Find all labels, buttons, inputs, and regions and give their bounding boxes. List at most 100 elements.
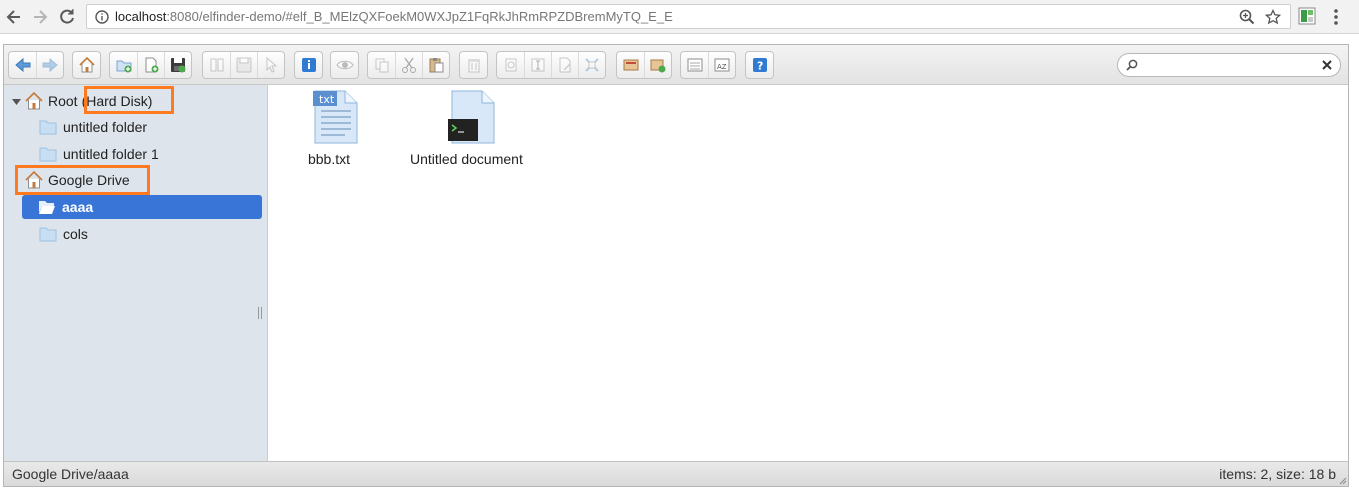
file-item-untitled-document[interactable]: Untitled document [410,89,523,167]
browser-menu-icon[interactable] [1333,8,1339,26]
home-icon [78,56,95,73]
folder-icon [39,227,57,242]
help-group: ? [745,51,774,79]
clear-search-icon[interactable] [1322,60,1332,70]
resize-button[interactable] [578,52,605,78]
file-type-badge: txt [319,93,335,106]
help-icon: ? [752,58,767,73]
duplicate-icon [505,58,516,72]
new-file-icon [145,57,159,73]
resize-handle[interactable] [258,307,262,319]
open-folder-icon [39,201,55,214]
executable-file-icon [448,90,495,144]
save-upload-icon [171,58,186,73]
folder-icon [39,120,57,135]
extract-button[interactable] [617,52,644,78]
expand-arrow-icon[interactable] [12,97,21,106]
browser-forward-button[interactable] [30,7,50,27]
back-button[interactable] [9,52,36,78]
archive-icon [650,59,666,73]
file-item-bbb-txt[interactable]: txt bbb.txt [299,89,359,167]
resize-grip-icon[interactable] [1339,477,1347,485]
svg-text:AZ: AZ [717,63,727,71]
toolbar: AZ ? [4,45,1348,85]
eye-icon [335,60,354,70]
info-icon [95,10,109,24]
help-button[interactable]: ? [746,52,773,78]
tree-item-cols[interactable]: cols [39,222,88,246]
open-group [202,51,285,79]
browser-back-button[interactable] [4,7,24,27]
arrow-right-icon [34,10,48,24]
rename-icon [531,58,545,72]
sort-button[interactable]: AZ [708,52,735,78]
select-file-button[interactable] [257,52,284,78]
home-button[interactable] [73,52,100,78]
address-bar[interactable]: localhost:8080/elfinder-demo/#elf_B_MElz… [86,4,1291,29]
folder-tree: Root (Hard Disk) untitled folder untitle… [4,85,268,461]
folder-icon [39,147,57,162]
duplicate-button[interactable] [497,52,524,78]
forward-button[interactable] [36,52,63,78]
cursor-icon [266,56,278,73]
download-button[interactable] [230,52,257,78]
extension-icon[interactable] [1298,7,1316,25]
new-folder-icon [116,60,131,73]
view-button[interactable] [681,52,708,78]
status-bar: Google Drive/aaaa items: 2, size: 18 b [4,461,1348,486]
zoom-icon[interactable] [1239,9,1255,25]
browser-toolbar: localhost:8080/elfinder-demo/#elf_B_MElz… [0,0,1359,34]
paste-button[interactable] [422,52,449,78]
reload-icon [60,9,74,24]
file-area: txt bbb.txt Untitled document [269,85,1348,461]
search-icon [1126,59,1138,71]
edit-button[interactable] [551,52,578,78]
status-size: items: 2, size: 18 b [1219,466,1336,482]
history-group [8,51,64,79]
tree-item-label: untitled folder [63,119,148,135]
copy-button[interactable] [368,52,395,78]
tree-item-untitled-folder-1[interactable]: untitled folder 1 [39,142,159,166]
quicklook-button[interactable] [331,52,358,78]
status-path: Google Drive/aaaa [12,466,129,482]
copy-icon [375,58,388,73]
file-manager: AZ ? Root (Hard Disk) untitled folder un… [3,44,1349,487]
tree-root[interactable]: Root (Hard Disk) [24,89,152,113]
arrow-left-icon [6,10,20,24]
preview-group [330,51,359,79]
scissors-icon [402,57,416,73]
upload-button[interactable] [164,52,191,78]
extract-icon [623,59,638,71]
trash-icon [467,59,480,73]
tree-item-label: aaaa [62,199,94,215]
delete-button[interactable] [460,52,487,78]
search-input[interactable] [1142,56,1312,74]
browser-reload-button[interactable] [57,7,77,27]
clipboard-group [367,51,450,79]
download-icon [236,57,252,73]
paste-icon [429,58,444,73]
new-file-button[interactable] [137,52,164,78]
home-icon [25,170,43,189]
tree-item-aaaa[interactable]: aaaa [22,195,262,219]
tree-drive-label: Google Drive [48,172,130,188]
tree-google-drive[interactable]: Google Drive [24,168,130,192]
open-button[interactable] [203,52,230,78]
info-group [294,51,323,79]
home-icon [25,91,43,110]
view-group: AZ [680,51,736,79]
tree-item-label: untitled folder 1 [63,146,159,162]
open-icon [210,58,223,72]
rename-button[interactable] [524,52,551,78]
file-name: bbb.txt [307,151,351,167]
cut-button[interactable] [395,52,422,78]
resize-icon [585,58,599,72]
tree-item-untitled-folder[interactable]: untitled folder [39,115,147,139]
new-folder-button[interactable] [110,52,137,78]
tree-item-label: cols [63,226,88,242]
archive-button[interactable] [644,52,671,78]
info-button[interactable] [295,52,322,78]
home-group [72,51,101,79]
forward-arrow-icon [42,57,58,73]
star-icon[interactable] [1265,9,1281,25]
